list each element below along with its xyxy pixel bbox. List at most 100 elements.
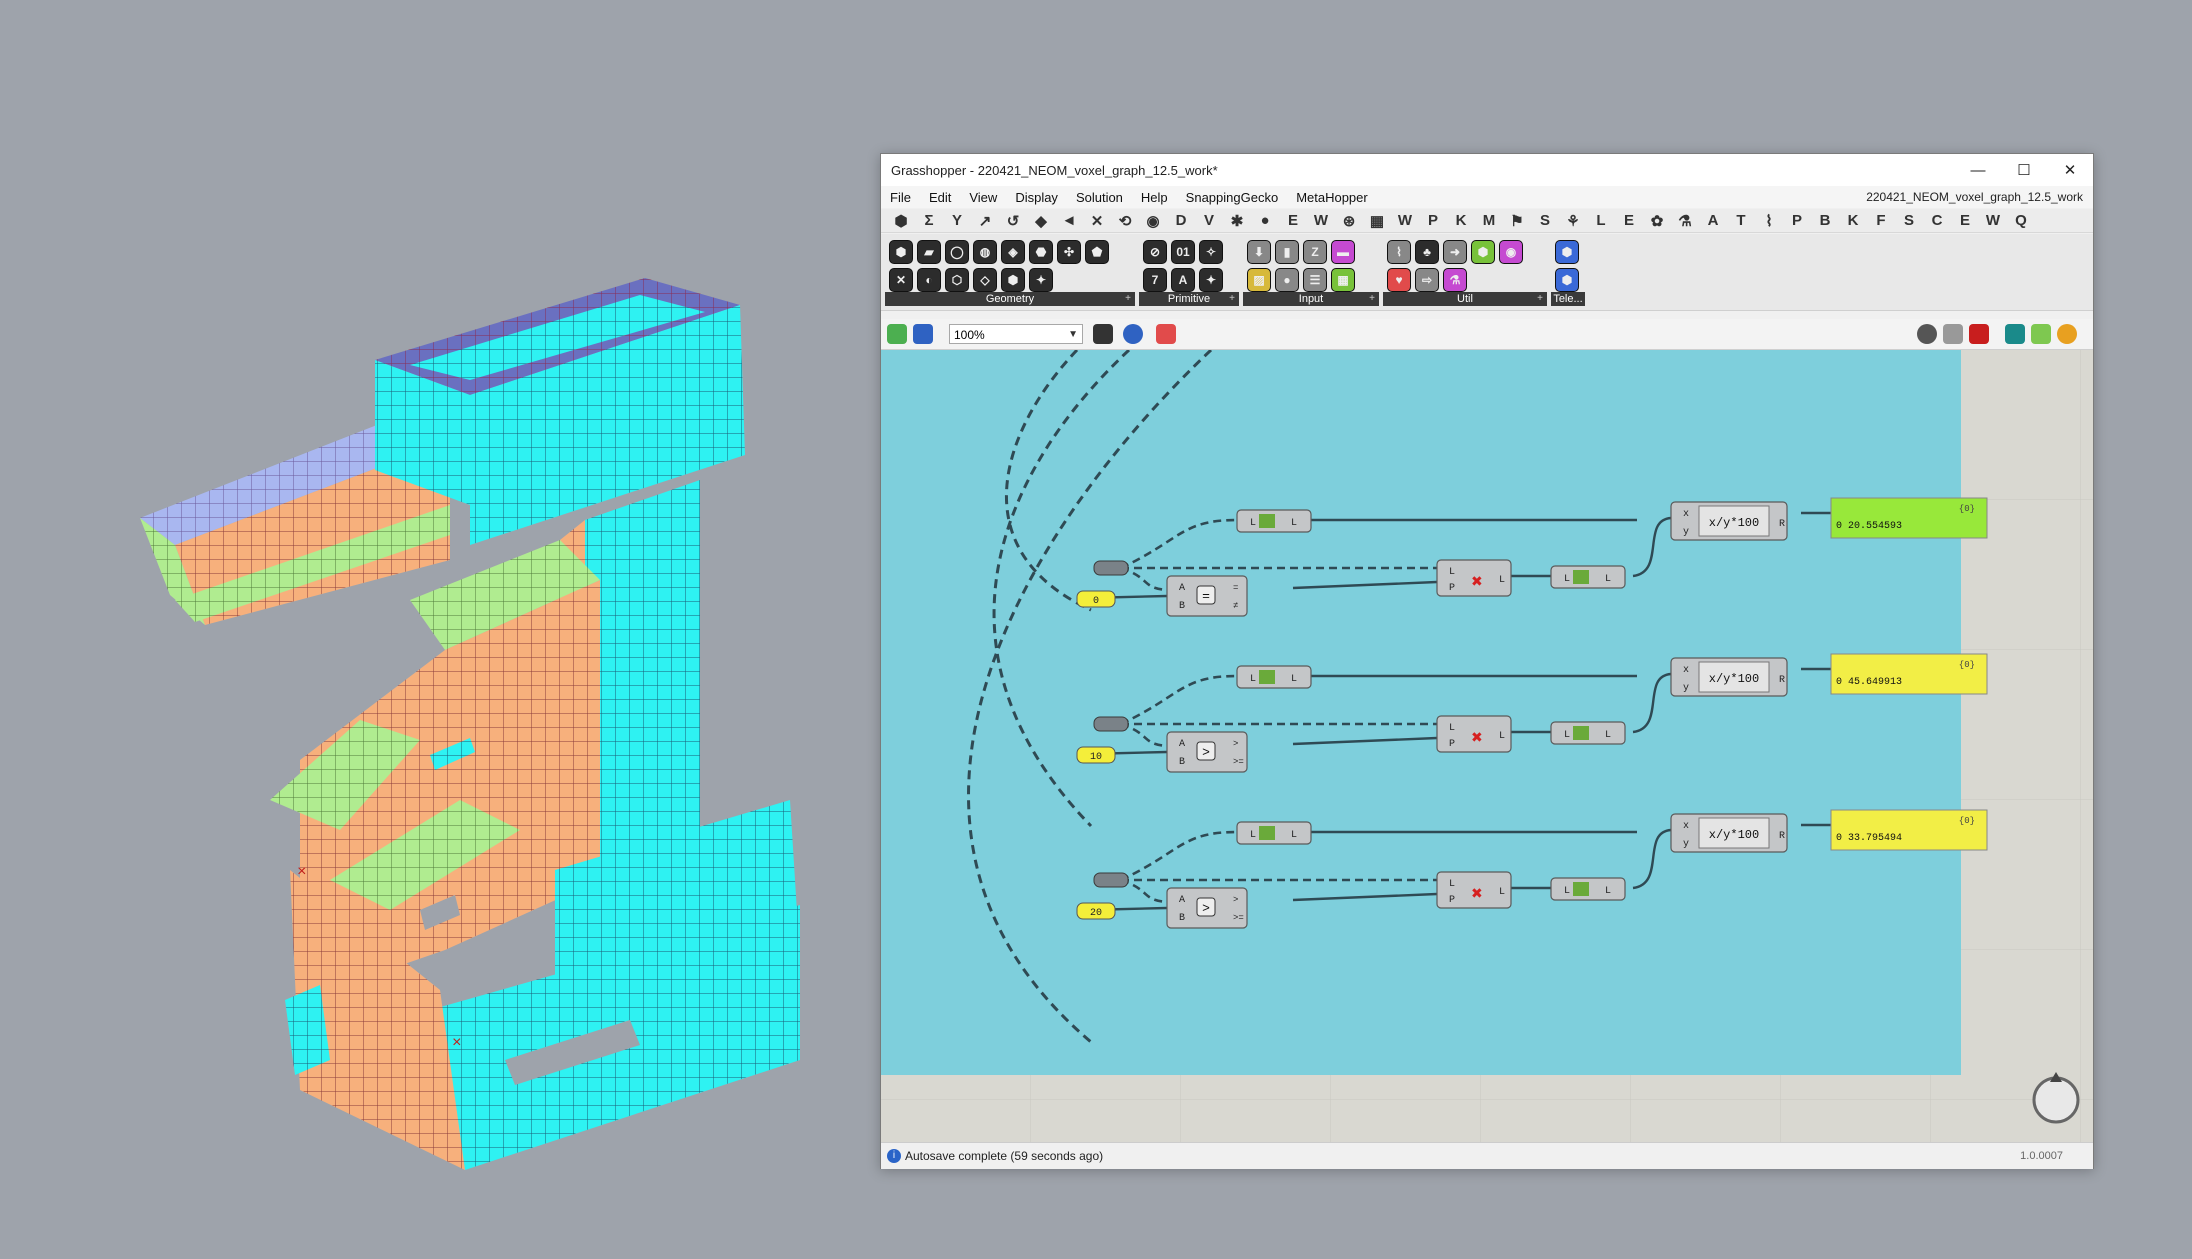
menu-metahopper[interactable]: MetaHopper <box>1287 190 1377 205</box>
input-icon[interactable]: ▨ <box>1247 268 1271 292</box>
input-icon[interactable]: ▦ <box>1331 268 1355 292</box>
ribbon-label-geometry[interactable]: Geometry + <box>885 292 1135 306</box>
menu-help[interactable]: Help <box>1132 190 1177 205</box>
component-tab[interactable]: ↗ <box>971 212 999 230</box>
primitive-icon[interactable]: ⊘ <box>1143 240 1167 264</box>
component-tab[interactable]: T <box>1727 212 1755 229</box>
component-tab[interactable]: ⚘ <box>1559 212 1587 230</box>
component-tab[interactable]: ⌇ <box>1755 212 1783 230</box>
relay-node[interactable] <box>1093 560 1129 576</box>
component-tab[interactable]: W <box>1391 212 1419 229</box>
util-icon[interactable]: ⚗ <box>1443 268 1467 292</box>
util-icon[interactable]: ♥ <box>1387 268 1411 292</box>
relay-node[interactable] <box>1093 716 1129 732</box>
component-tab[interactable]: ◆ <box>1027 212 1055 230</box>
primitive-icon[interactable]: 7 <box>1143 268 1167 292</box>
menu-solution[interactable]: Solution <box>1067 190 1132 205</box>
component-tab[interactable]: ◄ <box>1055 212 1083 229</box>
graph-canvas[interactable]: 0 L L A B = = ≠ L P L ✖ L Lx y x/y*100 R {0} 0 20.554593 10… <box>881 350 2093 1142</box>
ribbon-label-util[interactable]: Util + <box>1383 292 1547 306</box>
component-tab[interactable]: Q <box>2007 212 2035 229</box>
component-tab[interactable]: Σ <box>915 212 943 229</box>
component-tab[interactable]: W <box>1307 212 1335 229</box>
component-tab[interactable]: K <box>1839 212 1867 229</box>
input-icon[interactable]: Z <box>1303 240 1327 264</box>
component-tab[interactable]: ✿ <box>1643 212 1671 230</box>
selected-preview-icon[interactable] <box>2005 324 2025 344</box>
primitive-icon[interactable]: A <box>1171 268 1195 292</box>
zoom-extents-icon[interactable] <box>1093 324 1113 344</box>
component-tab[interactable]: P <box>1783 212 1811 229</box>
input-icon[interactable]: ⬇ <box>1247 240 1271 264</box>
input-icon[interactable]: ● <box>1275 268 1299 292</box>
component-tab[interactable]: W <box>1979 212 2007 229</box>
geometry-icon[interactable]: ⬡ <box>945 268 969 292</box>
maximize-button[interactable]: ☐ <box>2001 154 2047 186</box>
menu-view[interactable]: View <box>960 190 1006 205</box>
component-tab[interactable]: L <box>1587 212 1615 229</box>
input-icon[interactable]: ☰ <box>1303 268 1327 292</box>
component-tab[interactable]: C <box>1923 212 1951 229</box>
menu-file[interactable]: File <box>881 190 920 205</box>
util-icon[interactable]: ♣ <box>1415 240 1439 264</box>
geometry-icon[interactable]: ⬟ <box>1085 240 1109 264</box>
primitive-icon[interactable]: 01 <box>1171 240 1195 264</box>
ribbon-label-input[interactable]: Input + <box>1243 292 1379 306</box>
component-tab[interactable]: ⊛ <box>1335 212 1363 230</box>
component-tab[interactable]: Y <box>943 212 971 229</box>
primitive-icon[interactable]: ✦ <box>1199 268 1223 292</box>
component-tab[interactable]: ◉ <box>1139 212 1167 230</box>
geometry-icon[interactable]: ◍ <box>973 240 997 264</box>
component-tab[interactable]: E <box>1951 212 1979 229</box>
zoom-dropdown[interactable]: 100% ▼ <box>949 324 1083 344</box>
tele-icon[interactable]: ⬢ <box>1555 240 1579 264</box>
component-tab[interactable]: ↺ <box>999 212 1027 230</box>
component-tab[interactable]: ✕ <box>1083 212 1111 230</box>
component-tab[interactable]: M <box>1475 212 1503 229</box>
component-tab[interactable]: S <box>1895 212 1923 229</box>
component-tab[interactable]: ⚗ <box>1671 212 1699 230</box>
document-preview-icon[interactable] <box>2031 324 2051 344</box>
util-icon[interactable]: ⇨ <box>1415 268 1439 292</box>
component-tab[interactable]: ● <box>1251 212 1279 229</box>
open-file-icon[interactable] <box>887 324 907 344</box>
menu-snappinggecko[interactable]: SnappingGecko <box>1177 190 1288 205</box>
window-titlebar[interactable]: Grasshopper - 220421_NEOM_voxel_graph_12… <box>881 154 2093 186</box>
shaded-preview-icon[interactable] <box>1969 324 1989 344</box>
wireframe-icon[interactable] <box>1943 324 1963 344</box>
preview-eye-icon[interactable] <box>1123 324 1143 344</box>
component-tab[interactable]: F <box>1867 212 1895 229</box>
component-tab[interactable]: S <box>1531 212 1559 229</box>
sketch-icon[interactable] <box>1156 324 1176 344</box>
geometry-icon[interactable]: ✕ <box>889 268 913 292</box>
util-icon[interactable]: ⌇ <box>1387 240 1411 264</box>
component-tab[interactable]: ⟲ <box>1111 212 1139 230</box>
geometry-icon[interactable]: ◐ <box>917 268 941 292</box>
component-tab[interactable]: K <box>1447 212 1475 229</box>
component-tab[interactable]: V <box>1195 212 1223 229</box>
component-tab[interactable]: ⚑ <box>1503 212 1531 230</box>
geometry-icon[interactable]: ⬢ <box>889 240 913 264</box>
ribbon-label-tele[interactable]: Tele... <box>1551 292 1585 306</box>
component-tab[interactable]: P <box>1419 212 1447 229</box>
geometry-icon[interactable]: ◇ <box>973 268 997 292</box>
input-icon[interactable]: ▮ <box>1275 240 1299 264</box>
component-tab[interactable]: ⬢ <box>887 212 915 230</box>
close-button[interactable]: ✕ <box>2047 154 2093 186</box>
save-file-icon[interactable] <box>913 324 933 344</box>
geometry-icon[interactable]: ◈ <box>1001 240 1025 264</box>
geometry-icon[interactable]: ⬢ <box>1001 268 1025 292</box>
geometry-icon[interactable]: ✦ <box>1029 268 1053 292</box>
minimize-button[interactable]: — <box>1955 154 2001 186</box>
input-icon[interactable]: ▬ <box>1331 240 1355 264</box>
preview-mode-icon[interactable] <box>1917 324 1937 344</box>
rhino-viewport[interactable]: × × <box>0 0 880 1254</box>
util-icon[interactable]: ➜ <box>1443 240 1467 264</box>
geometry-icon[interactable]: ◯ <box>945 240 969 264</box>
geometry-icon[interactable]: ▰ <box>917 240 941 264</box>
primitive-icon[interactable]: ✧ <box>1199 240 1223 264</box>
component-tab[interactable]: E <box>1615 212 1643 229</box>
util-icon[interactable]: ⬢ <box>1471 240 1495 264</box>
component-tab[interactable]: B <box>1811 212 1839 229</box>
relay-node[interactable] <box>1093 872 1129 888</box>
